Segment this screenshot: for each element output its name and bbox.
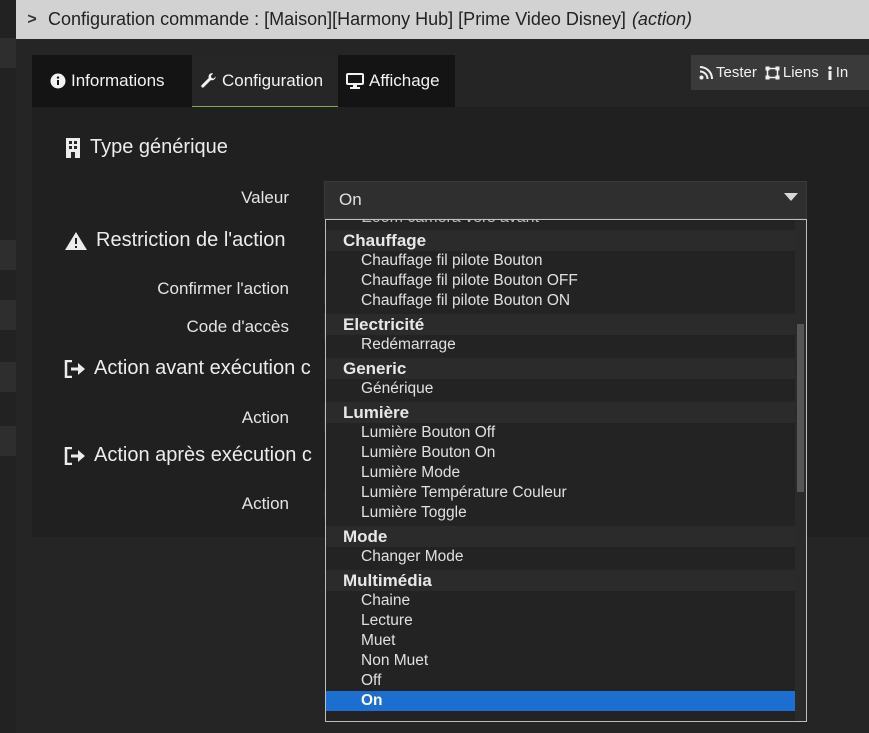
option-item[interactable]: Lumière Bouton Off (326, 423, 796, 443)
tester-button[interactable]: Tester (699, 64, 757, 81)
option-item[interactable]: Off (326, 671, 796, 691)
liens-button[interactable]: Liens (765, 64, 819, 81)
option-group-label: Multimédia (326, 570, 796, 591)
option-group-label: Chauffage (326, 230, 796, 251)
option-item[interactable]: Lumière Toggle (326, 503, 796, 523)
option-item[interactable]: Muet (326, 631, 796, 651)
confirmer-action-label: Confirmer l'action (157, 279, 289, 298)
sidebar-band (0, 300, 16, 330)
tab-bar: Informations Configuration Affichage (32, 55, 455, 107)
building-icon (66, 137, 80, 158)
sidebar-band (0, 240, 16, 270)
modal-titlebar: > Configuration commande : [Maison][Harm… (16, 0, 869, 39)
action-avant-label: Action (241, 408, 289, 427)
generic-type-dropdown: Zoom camera vers avant ChauffageChauffag… (325, 219, 807, 722)
option-item-selected[interactable]: On (326, 691, 796, 711)
valeur-label: Valeur (241, 188, 289, 207)
select-value: On (339, 190, 362, 209)
caret-down-icon[interactable] (784, 193, 798, 201)
option-item[interactable]: Chaine (326, 591, 796, 611)
option-item[interactable]: Non Muet (326, 651, 796, 671)
sidebar-band (0, 426, 16, 456)
informations-button[interactable]: In (827, 64, 849, 81)
option-item[interactable]: Lumière Bouton On (326, 443, 796, 463)
warning-icon (65, 231, 87, 250)
monitor-icon (346, 73, 364, 89)
option-item[interactable]: Générique (326, 379, 796, 399)
section-action-avant: Action avant exécution c (64, 357, 311, 380)
option-item[interactable]: Lumière Température Couleur (326, 483, 796, 503)
option-group-label: Generic (326, 358, 796, 379)
section-title: Action après exécution c (94, 444, 312, 466)
liens-label: Liens (782, 64, 819, 81)
tab-configuration[interactable]: Configuration (192, 55, 338, 107)
informations-label: In (835, 64, 849, 81)
section-action-apres: Action après exécution c (64, 444, 312, 467)
option-group-label: Lumière (326, 402, 796, 423)
tab-informations[interactable]: Informations (32, 55, 192, 107)
option-group-label: Electricité (326, 314, 796, 335)
sidebar-band (0, 38, 16, 68)
generic-type-select[interactable]: On (324, 181, 807, 219)
tab-label: Affichage (369, 71, 440, 90)
option-item[interactable]: Lumière Mode (326, 463, 796, 483)
option-item[interactable]: Chauffage fil pilote Bouton ON (326, 291, 796, 311)
scrollbar-thumb[interactable] (797, 324, 804, 492)
tab-label: Informations (71, 71, 165, 90)
option-item[interactable]: Changer Mode (326, 547, 796, 567)
sidebar-band (0, 362, 16, 392)
sign-out-icon (64, 359, 85, 378)
wrench-icon (201, 73, 216, 88)
modal-title: Configuration commande : [Maison][Harmon… (48, 9, 626, 29)
option-group-label: Mode (326, 526, 796, 547)
option-item[interactable]: Lecture (326, 611, 796, 631)
info-circle-icon (50, 73, 66, 89)
modal-title-suffix: (action) (631, 9, 692, 29)
option-item[interactable]: Redémarrage (326, 335, 796, 355)
dropdown-cut-item[interactable]: Zoom camera vers avant (362, 220, 539, 227)
tester-label: Tester (716, 64, 757, 81)
option-item[interactable]: Chauffage fil pilote Bouton OFF (326, 271, 796, 291)
option-item[interactable]: Chauffage fil pilote Bouton (326, 251, 796, 271)
section-restriction: Restriction de l'action (64, 229, 285, 252)
rss-icon (699, 65, 713, 79)
left-sidebar-strip (0, 0, 16, 733)
sign-out-icon (64, 446, 85, 465)
action-apres-label: Action (241, 494, 289, 513)
section-title: Restriction de l'action (96, 229, 286, 251)
tab-label: Configuration (222, 70, 324, 90)
chevron-right-icon[interactable]: > (16, 11, 48, 29)
network-icon (765, 66, 780, 79)
section-type-generique: Type générique (64, 136, 228, 159)
action-toolbar: Tester Liens In (691, 55, 869, 90)
info-icon (828, 65, 832, 80)
tab-affichage[interactable]: Affichage (338, 55, 455, 107)
section-title: Type générique (90, 136, 228, 158)
dropdown-scrollbar[interactable] (795, 220, 806, 721)
code-acces-label: Code d'accès (186, 317, 289, 336)
section-title: Action avant exécution c (94, 357, 311, 379)
